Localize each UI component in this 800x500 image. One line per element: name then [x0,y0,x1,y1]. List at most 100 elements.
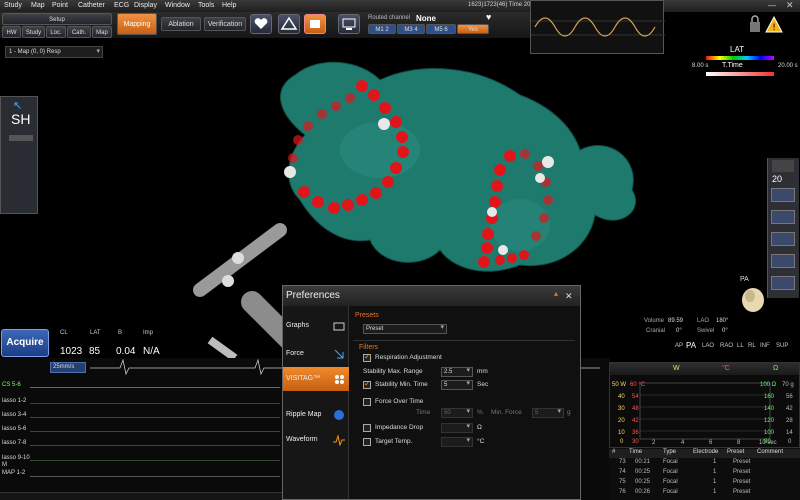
preferences-title: Preferences [286,290,340,301]
view-lao[interactable]: LAO [702,343,714,349]
close-icon[interactable]: ✕ [786,0,794,11]
monitor-icon[interactable] [338,14,360,34]
svg-text:!: ! [772,23,776,33]
col-time[interactable]: Time [629,449,642,455]
menu-window[interactable]: Window [165,2,190,9]
cath-button[interactable]: Cath. [67,26,91,38]
hw-button[interactable]: HW [2,26,21,38]
col-electrode[interactable]: Electrode [693,449,718,455]
setup-button[interactable]: Setup [2,13,112,25]
nav-graphs[interactable]: Graphs [283,314,349,338]
view-rao[interactable]: RAO [720,343,733,349]
table-row[interactable]: 74 00:25 Focal 1 Preset [609,469,800,478]
impedance-drop-checkbox[interactable] [363,424,371,432]
tick-c-54: 54 [632,394,639,400]
view-ll[interactable]: LL [737,343,744,349]
force-over-time-checkbox[interactable] [363,398,371,406]
verification-tab[interactable]: Verification [204,17,246,31]
lock-icon[interactable] [748,14,762,34]
view-inf[interactable]: INF [760,343,770,349]
routed-m34-button[interactable]: M3 4 [397,24,425,34]
menu-catheter[interactable]: Catheter [78,2,105,9]
table-row[interactable]: 73 00:21 Focal 1 Preset [609,459,800,468]
tick-c-36: 36 [632,430,639,436]
map-button[interactable]: Map [92,26,112,38]
tool-button-3[interactable] [771,232,795,246]
tool-button-1[interactable] [771,188,795,202]
tick-ohm-100: 100 Ω [760,382,777,388]
nav-ripple-map[interactable]: Ripple Map [283,403,349,427]
triangle-icon[interactable] [278,14,300,34]
study-button[interactable]: Study [22,26,45,38]
mapping-tab[interactable]: Mapping [117,13,157,35]
impedance-dropdown[interactable] [441,423,473,433]
menu-help[interactable]: Help [222,2,236,9]
stab-min-unit: Sec [477,381,489,388]
col-preset[interactable]: Preset [727,449,744,455]
col-comment[interactable]: Comment [757,449,783,455]
graphs-icon [333,322,345,331]
preferences-title-bar[interactable]: Preferences ✕ ▴ [283,286,580,306]
loc-button[interactable]: Loc. [46,26,66,38]
channel-m[interactable]: M [2,462,7,468]
force-icon [334,349,344,359]
panel-grip[interactable] [772,160,794,172]
channel-cs56[interactable]: CS 5-6 [2,382,21,388]
dialog-menu-icon[interactable]: ▴ [554,284,558,304]
menu-ecg[interactable]: ECG [114,2,129,9]
time-dropdown[interactable]: 50 [441,408,473,418]
dialog-close-icon[interactable]: ✕ [565,286,573,306]
respiration-checkbox[interactable] [363,352,371,362]
min-force-label: Min. Force [491,409,522,416]
menu-study[interactable]: Study [4,2,22,9]
col-type[interactable]: Type [663,449,676,455]
tool-button-5[interactable] [771,276,795,290]
stab-max-unit: mm [477,368,488,375]
channel-lasso34[interactable]: lasso 3-4 [2,412,26,418]
table-row[interactable]: 76 00:26 Focal 1 Preset [609,489,800,498]
menu-display[interactable]: Display [134,2,157,9]
stab-min-checkbox[interactable] [363,379,371,389]
menu-point[interactable]: Point [52,2,68,9]
ripple-icon [334,410,344,420]
graph-header-ohm: Ω [773,365,779,372]
tool-button-2[interactable] [771,210,795,224]
view-pa[interactable]: PA [686,341,696,350]
acquire-button[interactable]: Acquire [1,329,49,357]
channel-lasso910[interactable]: lasso 9-10 [2,455,30,461]
target-temp-checkbox[interactable] [363,438,371,446]
view-sup[interactable]: SUP [776,343,788,349]
channel-lasso78[interactable]: lasso 7-8 [2,440,26,446]
nav-waveform[interactable]: Waveform [283,428,349,452]
menu-tools[interactable]: Tools [198,2,214,9]
nav-force[interactable]: Force [283,342,349,366]
channel-map12[interactable]: MAP 1-2 [2,470,25,476]
min-force-dropdown[interactable]: 5 [532,408,564,418]
stab-min-dropdown[interactable]: 5 [441,380,473,390]
ablation-tab[interactable]: Ablation [161,17,201,31]
orientation-heart-icon[interactable] [738,282,768,316]
channel-lasso56[interactable]: lasso 5-6 [2,426,26,432]
mode-label[interactable]: SH [11,111,30,127]
minimize-icon[interactable]: — [768,1,776,10]
snapshot-icon[interactable] [304,14,326,34]
stab-max-dropdown[interactable]: 2.5 [441,367,473,377]
menu-map[interactable]: Map [31,2,45,9]
channel-lasso12[interactable]: lasso 1-2 [2,398,26,404]
target-temp-dropdown[interactable] [441,437,473,447]
signals-timeline[interactable] [0,492,282,500]
cell-time: 00:21 [635,459,651,465]
filters-heading: Filters [359,344,379,351]
preset-dropdown[interactable]: Preset [363,324,447,334]
col-number[interactable]: # [612,449,615,455]
view-rl[interactable]: RL [748,343,756,349]
table-row[interactable]: 75 00:25 Focal 1 Preset [609,479,800,488]
heart-icon[interactable] [250,14,272,34]
routed-yes-button[interactable]: Yes [457,24,489,34]
warning-icon[interactable]: ! [765,15,783,34]
view-ap[interactable]: AP [675,343,683,349]
routed-m56-button[interactable]: M5 6 [426,24,456,34]
tool-button-4[interactable] [771,254,795,268]
routed-m12-button[interactable]: M1 2 [368,24,396,34]
nav-visitag[interactable]: VISITAG™ [283,367,349,391]
